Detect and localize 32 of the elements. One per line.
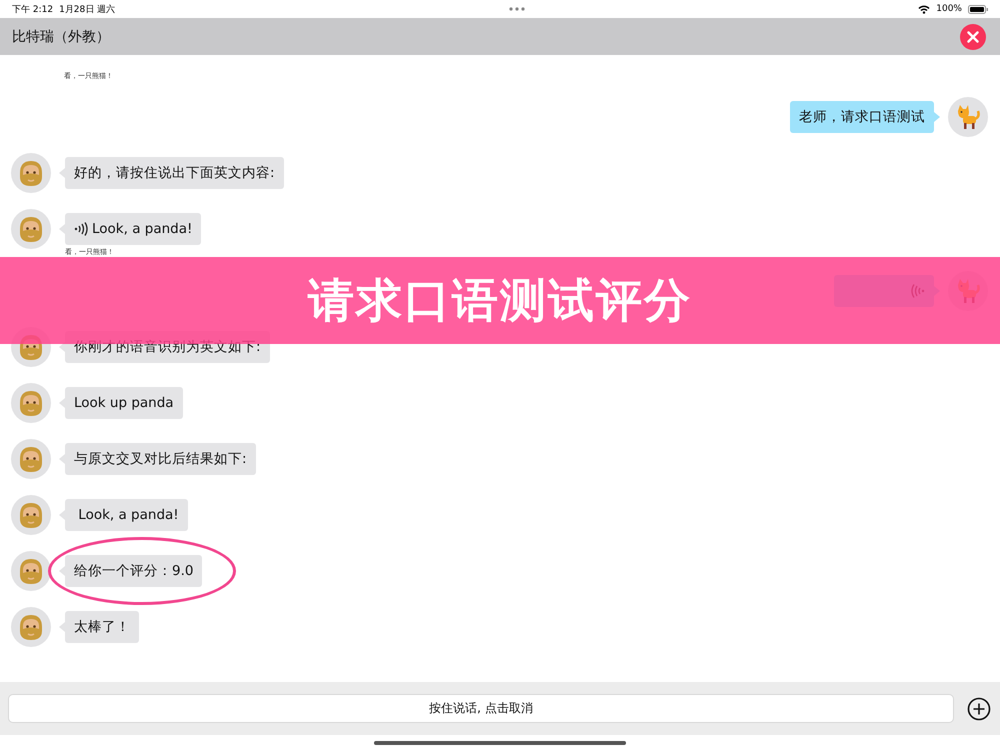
bearded-man-avatar-icon (11, 209, 51, 249)
bearded-man-avatar-icon (11, 495, 51, 535)
bearded-man-avatar-icon (11, 383, 51, 423)
home-indicator[interactable] (374, 740, 626, 744)
close-button[interactable] (960, 24, 986, 50)
bubble-tail (934, 112, 940, 122)
add-button[interactable] (966, 696, 992, 722)
chat-title: 比特瑞（外教） (12, 28, 110, 46)
wifi-icon (918, 4, 930, 14)
status-date: 1月28日 週六 (59, 4, 116, 16)
plus-icon (967, 696, 991, 720)
cat-avatar-icon (948, 97, 988, 137)
bearded-man-avatar-icon (11, 439, 51, 479)
bearded-man-avatar-icon (11, 153, 51, 193)
voice-message-bubble[interactable]: Look, a panda! (65, 213, 202, 245)
bearded-man-avatar-icon (11, 551, 51, 591)
message-bubble: 给你一个评分：9.0 (65, 555, 202, 587)
message-bubble: 老师，请求口语测试 (790, 101, 934, 133)
battery-percent: 100% (936, 4, 962, 14)
message-bubble: 太棒了！ (65, 611, 139, 643)
message-bubble: 与原文交叉对比后结果如下: (65, 443, 256, 475)
bearded-man-avatar-icon (11, 607, 51, 647)
sound-wave-icon (74, 222, 88, 236)
message-bubble: Look up panda (65, 387, 183, 419)
hold-to-talk-button[interactable]: 按住说话, 点击取消 (8, 694, 954, 723)
battery-icon (968, 4, 988, 14)
status-time: 下午 2:12 (12, 4, 54, 16)
message-bubble: Look, a panda! (65, 499, 188, 531)
close-icon (967, 30, 979, 42)
title-banner-overlay: 请求口语测试评分 (0, 257, 1000, 344)
more-dots-icon (508, 7, 525, 11)
message-bubble: 好的，请按住说出下面英文内容: (65, 157, 284, 189)
